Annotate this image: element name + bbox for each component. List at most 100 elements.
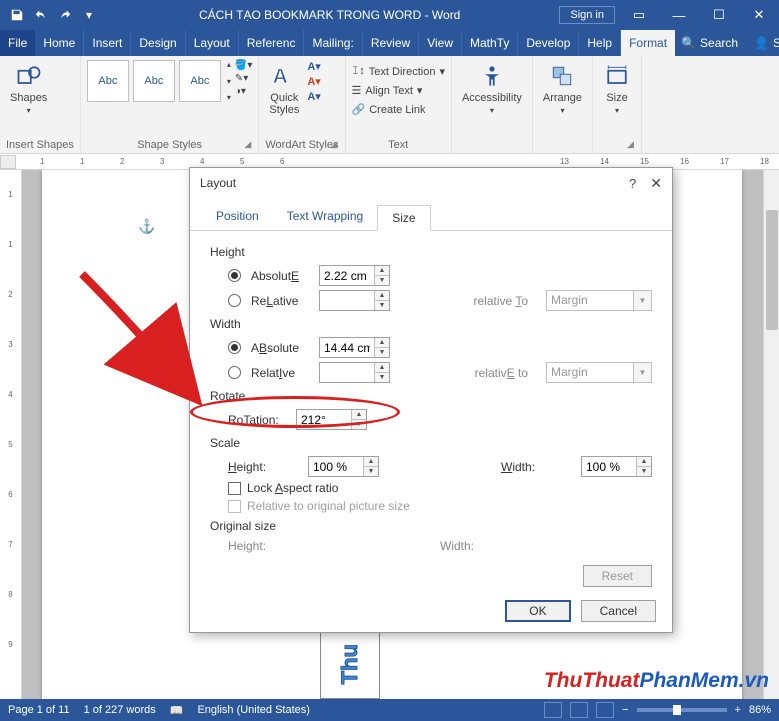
scrollbar-thumb[interactable] [766,210,778,330]
search-button[interactable]: 🔍Search [675,36,744,50]
status-proofing-icon[interactable]: 📖 [170,704,184,717]
tab-review[interactable]: Review [363,30,419,56]
tab-layout[interactable]: Layout [186,30,239,56]
dialog-titlebar[interactable]: Layout ? ✕ [190,168,672,198]
spin-down-icon[interactable]: ▼ [375,348,389,357]
qat-more-icon[interactable]: ▾ [78,4,100,26]
tab-home[interactable]: Home [35,30,84,56]
spin-down-icon[interactable]: ▼ [637,467,651,476]
ok-button[interactable]: OK [505,600,570,622]
view-print-icon[interactable] [570,702,588,718]
combo-height-relative-to[interactable]: Margin▼ [546,290,652,311]
label-width-absolute[interactable]: ABsolute [251,341,309,355]
ruler-vertical[interactable]: 1123456789 [0,170,22,699]
style-gallery-up-icon[interactable]: ▴ [227,60,231,69]
wordart-launcher-icon[interactable]: ◢ [331,139,343,151]
chevron-down-icon[interactable]: ▼ [633,363,651,382]
tab-format[interactable]: Format [621,30,675,56]
align-text-button[interactable]: ☰Align Text ▾ [352,83,445,98]
shapes-button[interactable]: Shapes ▾ [6,60,51,117]
shape-style-preset-1[interactable]: Abc [87,60,129,102]
tab-design[interactable]: Design [131,30,185,56]
zoom-out-button[interactable]: − [622,704,628,716]
tab-file[interactable]: File [0,30,35,56]
signin-button[interactable]: Sign in [559,6,615,24]
spin-up-icon[interactable]: ▲ [375,363,389,373]
status-words[interactable]: 1 of 227 words [84,704,156,716]
spinner-scale-height[interactable]: ▲▼ [308,456,379,477]
dialog-tab-size[interactable]: Size [377,205,430,231]
input-scale-width[interactable] [582,457,636,476]
spinner-rotation[interactable]: ▲▼ [296,409,367,430]
input-width-absolute[interactable] [320,338,374,357]
spinner-scale-width[interactable]: ▲▼ [581,456,652,477]
spin-down-icon[interactable]: ▼ [352,420,366,429]
zoom-value[interactable]: 86% [749,704,771,716]
tab-insert[interactable]: Insert [84,30,131,56]
tab-help[interactable]: Help [579,30,621,56]
create-link-button[interactable]: 🔗Create Link [352,102,445,117]
label-height-relative[interactable]: ReLative [251,294,309,308]
spin-up-icon[interactable]: ▲ [364,457,378,467]
chevron-down-icon[interactable]: ▼ [633,291,651,310]
shape-effects-button[interactable]: ◑▾ [235,86,252,97]
spinner-width-relative[interactable]: ▲▼ [319,362,390,383]
dialog-tab-position[interactable]: Position [202,204,273,230]
shape-styles-launcher-icon[interactable]: ◢ [244,139,256,151]
selected-shape[interactable]: Thu [320,629,380,699]
shape-outline-button[interactable]: ✎▾ [235,73,252,84]
tab-developer[interactable]: Develop [518,30,579,56]
cancel-button[interactable]: Cancel [581,600,656,622]
view-web-icon[interactable] [596,702,614,718]
dialog-tab-text-wrapping[interactable]: Text Wrapping [273,204,377,230]
spinner-height-relative[interactable]: ▲▼ [319,290,390,311]
minimize-button[interactable]: ― [659,0,699,30]
tab-references[interactable]: Referenc [239,30,305,56]
zoom-thumb[interactable] [673,705,681,715]
label-width-relative[interactable]: RelatIve [251,366,309,380]
spin-down-icon[interactable]: ▼ [375,276,389,285]
radio-width-relative[interactable] [228,366,241,379]
tab-view[interactable]: View [419,30,462,56]
dialog-help-button[interactable]: ? [629,176,636,191]
style-gallery-down-icon[interactable]: ▾ [227,77,231,86]
input-rotation[interactable] [297,410,351,429]
radio-height-relative[interactable] [228,294,241,307]
status-language[interactable]: English (United States) [197,704,310,716]
text-effects-button[interactable]: A▾ [307,90,320,103]
spin-up-icon[interactable]: ▲ [637,457,651,467]
text-fill-button[interactable]: A▾ [307,60,320,73]
quick-styles-button[interactable]: A Quick Styles [265,60,303,118]
shape-style-preset-2[interactable]: Abc [133,60,175,102]
spin-up-icon[interactable]: ▲ [352,410,366,420]
style-gallery-more-icon[interactable]: ▾ [227,93,231,102]
spinner-width-absolute[interactable]: ▲▼ [319,337,390,358]
tab-mailings[interactable]: Mailing: [304,30,362,56]
zoom-in-button[interactable]: + [735,704,741,716]
undo-icon[interactable] [30,4,52,26]
accessibility-button[interactable]: Accessibility ▾ [458,60,526,117]
spin-down-icon[interactable]: ▼ [364,467,378,476]
spinner-height-absolute[interactable]: ▲▼ [319,265,390,286]
spin-down-icon[interactable]: ▼ [375,301,389,310]
share-button[interactable]: 👤Share [748,36,779,50]
label-height-absolute[interactable]: AbsolutE [251,269,309,283]
shape-style-preset-3[interactable]: Abc [179,60,221,102]
spin-up-icon[interactable]: ▲ [375,338,389,348]
input-scale-height[interactable] [309,457,363,476]
tab-mathtype[interactable]: MathTy [462,30,518,56]
dialog-close-button[interactable]: ✕ [650,175,662,192]
input-height-absolute[interactable] [320,266,374,285]
text-direction-button[interactable]: 𝙸↕Text Direction ▾ [352,64,445,79]
shape-fill-button[interactable]: 🪣▾ [235,60,252,71]
radio-height-absolute[interactable] [228,269,241,282]
spin-up-icon[interactable]: ▲ [375,291,389,301]
input-width-relative[interactable] [320,363,374,382]
text-outline-button[interactable]: A▾ [307,75,320,88]
combo-width-relative-to[interactable]: Margin▼ [546,362,652,383]
scrollbar-vertical[interactable] [763,170,779,699]
view-read-icon[interactable] [544,702,562,718]
checkbox-lock-aspect[interactable] [228,482,241,495]
close-button[interactable]: ✕ [739,0,779,30]
size-button[interactable]: Size ▾ [599,60,635,117]
